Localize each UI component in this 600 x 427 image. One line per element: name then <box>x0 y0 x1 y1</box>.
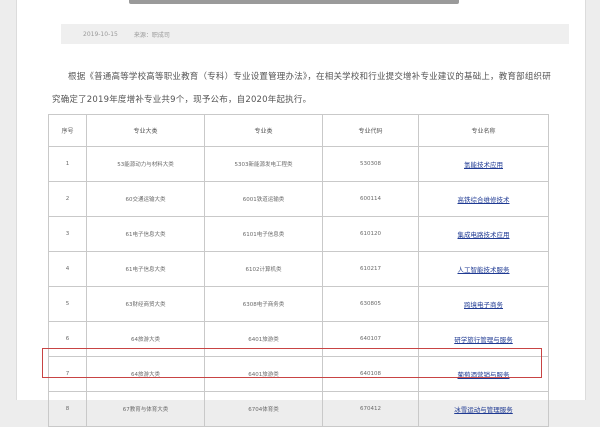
row-category: 64旅游大类 <box>86 321 205 357</box>
row-major-name[interactable]: 集成电路技术应用 <box>418 216 549 252</box>
row-index: 8 <box>48 391 87 427</box>
row-major-name[interactable]: 跨境电子商务 <box>418 286 549 322</box>
row-index: 4 <box>48 251 87 287</box>
row-category: 61电子信息大类 <box>86 251 205 287</box>
row-index: 3 <box>48 216 87 252</box>
header-major-name: 专业名称 <box>418 114 549 147</box>
row-code: 630805 <box>322 286 419 322</box>
row-class: 6101电子信息类 <box>204 216 323 252</box>
table-row: 7 64旅游大类 6401旅游类 640108 葡萄酒营销与服务 <box>48 356 549 392</box>
header-class: 专业类 <box>204 114 323 147</box>
header-index: 序号 <box>48 114 87 147</box>
table-row: 2 60交通运输大类 6001铁道运输类 600114 高铁综合维修技术 <box>48 181 549 217</box>
row-major-name[interactable]: 高铁综合维修技术 <box>418 181 549 217</box>
row-category: 67教育与体育大类 <box>86 391 205 427</box>
row-class: 6308电子商务类 <box>204 286 323 322</box>
row-code: 610217 <box>322 251 419 287</box>
table-row: 5 63财经商贸大类 6308电子商务类 630805 跨境电子商务 <box>48 286 549 322</box>
source-label: 来源： <box>133 31 152 39</box>
row-major-name[interactable]: 冰雪运动与管理服务 <box>418 391 549 427</box>
header-code: 专业代码 <box>322 114 419 147</box>
row-class: 6401旅游类 <box>204 356 323 392</box>
row-code: 670412 <box>322 391 419 427</box>
row-category: 53能源动力与材料大类 <box>86 146 205 182</box>
row-category: 64旅游大类 <box>86 356 205 392</box>
row-class: 6401旅游类 <box>204 321 323 357</box>
row-index: 5 <box>48 286 87 322</box>
table-row: 4 61电子信息大类 6102计算机类 610217 人工智能技术服务 <box>48 251 549 287</box>
row-code: 640107 <box>322 321 419 357</box>
row-code: 640108 <box>322 356 419 392</box>
table-row: 8 67教育与体育大类 6704体育类 670412 冰雪运动与管理服务 <box>48 391 549 427</box>
row-class: 6001铁道运输类 <box>204 181 323 217</box>
row-class: 6704体育类 <box>204 391 323 427</box>
header-category: 专业大类 <box>86 114 205 147</box>
majors-table: 序号 专业大类 专业类 专业代码 专业名称 1 53能源动力与材料大类 5303新能… <box>48 114 549 427</box>
row-index: 6 <box>48 321 87 357</box>
table-row: 1 53能源动力与材料大类 5303新能源发电工程类 530308 氢能技术应用 <box>48 146 549 182</box>
article-meta-bar: 2019-10-15 来源： 职成司 <box>61 24 569 44</box>
row-index: 1 <box>48 146 87 182</box>
publish-date: 2019-10-15 <box>83 30 118 38</box>
table-header-row: 序号 专业大类 专业类 专业代码 专业名称 <box>48 114 549 147</box>
source-value: 职成司 <box>151 31 170 39</box>
row-code: 600114 <box>322 181 419 217</box>
row-major-name[interactable]: 研学旅行管理与服务 <box>418 321 549 357</box>
row-category: 63财经商贸大类 <box>86 286 205 322</box>
intro-paragraph: 根据《普通高等学校高等职业教育（专科）专业设置管理办法》，在相关学校和行业提交增… <box>52 72 551 105</box>
table-row: 6 64旅游大类 6401旅游类 640107 研学旅行管理与服务 <box>48 321 549 357</box>
row-class: 6102计算机类 <box>204 251 323 287</box>
row-index: 7 <box>48 356 87 392</box>
row-category: 61电子信息大类 <box>86 216 205 252</box>
row-code: 530308 <box>322 146 419 182</box>
row-index: 2 <box>48 181 87 217</box>
table-row: 3 61电子信息大类 6101电子信息类 610120 集成电路技术应用 <box>48 216 549 252</box>
row-major-name[interactable]: 葡萄酒营销与服务 <box>418 356 549 392</box>
row-category: 60交通运输大类 <box>86 181 205 217</box>
row-major-name[interactable]: 人工智能技术服务 <box>418 251 549 287</box>
row-major-name[interactable]: 氢能技术应用 <box>418 146 549 182</box>
row-code: 610120 <box>322 216 419 252</box>
article-title-fragment <box>129 0 459 4</box>
row-class: 5303新能源发电工程类 <box>204 146 323 182</box>
